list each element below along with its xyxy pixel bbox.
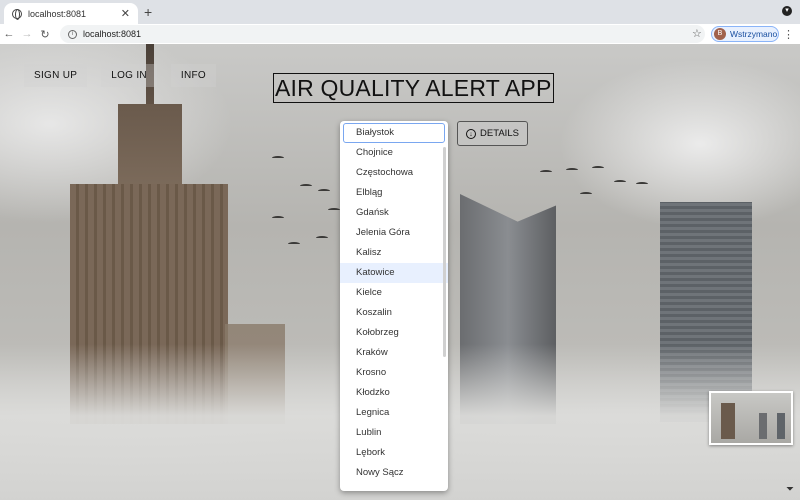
bird xyxy=(566,168,578,172)
city-option[interactable]: Kołobrzeg xyxy=(340,323,448,343)
city-option-selected[interactable]: Białystok xyxy=(343,123,445,143)
city-option[interactable]: Lębork xyxy=(340,443,448,463)
city-option-highlighted[interactable]: Katowice xyxy=(340,263,448,283)
bird xyxy=(318,189,330,193)
site-info-icon[interactable]: i xyxy=(68,29,77,39)
profile-label: Wstrzymano xyxy=(730,29,778,39)
bird xyxy=(272,216,284,220)
city-option[interactable]: Chojnice xyxy=(340,143,448,163)
address-bar[interactable]: i localhost:8081 xyxy=(60,25,705,43)
city-option[interactable]: Jelenia Góra xyxy=(340,223,448,243)
browser-toolbar: ← → ↻ i localhost:8081 ☆ B Wstrzymano ⋮ xyxy=(0,24,800,44)
browser-menu-icon[interactable]: ⋮ xyxy=(783,28,794,41)
city-dropdown-list[interactable]: Białystok Chojnice Częstochowa Elbląg Gd… xyxy=(340,121,448,491)
close-tab-icon[interactable]: ✕ xyxy=(121,7,130,20)
profile-button[interactable]: B Wstrzymano xyxy=(711,26,779,42)
url-text: localhost:8081 xyxy=(83,29,142,39)
bird xyxy=(636,182,648,186)
details-label: DETAILS xyxy=(480,128,519,139)
login-link[interactable]: LOG IN xyxy=(101,64,157,87)
page-title: AIR QUALITY ALERT APP xyxy=(273,73,554,103)
tab-search-icon[interactable]: ▾ xyxy=(782,6,792,16)
tab-title: localhost:8081 xyxy=(28,8,87,19)
forward-button[interactable]: → xyxy=(18,28,36,40)
thumb-building xyxy=(759,413,767,439)
page-background: SIGN UP LOG IN INFO AIR QUALITY ALERT AP… xyxy=(0,44,800,500)
city-option[interactable]: Kielce xyxy=(340,283,448,303)
bird xyxy=(592,166,604,170)
city-option[interactable]: Krosno xyxy=(340,363,448,383)
city-option[interactable]: Lublin xyxy=(340,423,448,443)
bird xyxy=(272,156,284,160)
city-option[interactable]: Częstochowa xyxy=(340,163,448,183)
bookmark-star-icon[interactable]: ☆ xyxy=(692,27,702,40)
bird xyxy=(316,236,328,240)
bird xyxy=(540,170,552,174)
browser-tab[interactable]: localhost:8081 ✕ xyxy=(4,3,138,24)
dropdown-scrollbar[interactable] xyxy=(443,147,446,357)
bird xyxy=(580,192,592,196)
bird xyxy=(300,184,312,188)
city-option[interactable]: Kraków xyxy=(340,343,448,363)
city-option[interactable]: Elbląg xyxy=(340,183,448,203)
new-tab-button[interactable]: + xyxy=(144,4,152,20)
bird xyxy=(288,242,300,246)
preview-thumbnail[interactable] xyxy=(709,391,793,445)
globe-icon xyxy=(12,8,22,20)
reload-button[interactable]: ↻ xyxy=(36,28,54,41)
avatar: B xyxy=(714,28,726,40)
city-option[interactable]: Kalisz xyxy=(340,243,448,263)
tab-strip: localhost:8081 ✕ + ▾ xyxy=(0,0,800,24)
bird xyxy=(614,180,626,184)
signup-link[interactable]: SIGN UP xyxy=(24,64,88,87)
download-circle-icon: ↓ xyxy=(466,128,477,139)
city-option[interactable]: Gdańsk xyxy=(340,203,448,223)
city-option[interactable]: Koszalin xyxy=(340,303,448,323)
bird xyxy=(328,208,340,212)
city-option[interactable]: Nowy Sącz xyxy=(340,463,448,483)
top-nav: SIGN UP LOG IN INFO xyxy=(24,64,230,87)
details-button[interactable]: ↓ DETAILS xyxy=(457,121,528,146)
city-option[interactable]: Kłodzko xyxy=(340,383,448,403)
city-option[interactable]: Legnica xyxy=(340,403,448,423)
thumb-building xyxy=(721,403,735,439)
thumb-building xyxy=(777,413,785,439)
palace-tower xyxy=(118,104,182,194)
filter-icon[interactable]: ⏷ xyxy=(786,484,794,495)
back-button[interactable]: ← xyxy=(0,28,18,40)
info-link[interactable]: INFO xyxy=(170,64,217,87)
